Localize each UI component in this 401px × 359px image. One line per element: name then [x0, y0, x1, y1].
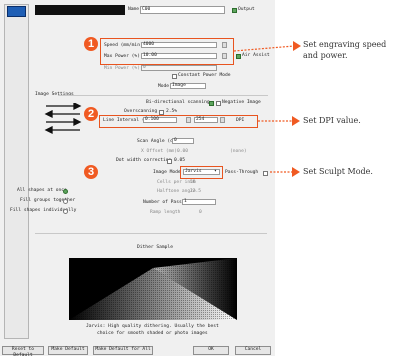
callout-2: Set DPI value.: [303, 116, 361, 125]
callout-3: Set Sculpt Mode.: [303, 167, 373, 176]
callout-1-line1: Set engraving speed: [303, 40, 387, 49]
callout-1-line2: and power.: [303, 51, 348, 60]
